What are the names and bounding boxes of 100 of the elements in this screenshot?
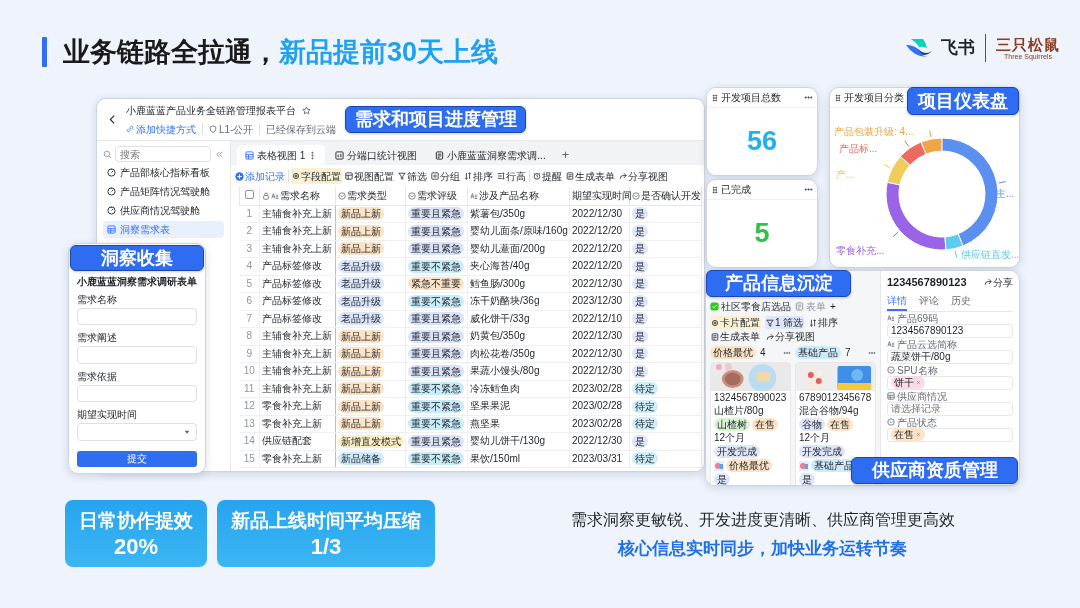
priority-tag: 重要不紧急 [408, 399, 464, 413]
toolbar-button[interactable]: 排序 [808, 316, 840, 329]
dropdown-icon [338, 191, 346, 200]
toolbar-button[interactable]: 字段配置 [291, 168, 342, 184]
add-tab-button[interactable]: + [830, 299, 836, 314]
toolbar-button[interactable]: 排序 [463, 168, 494, 184]
field-label: 需求阐述 [77, 332, 118, 345]
table-cell: 夹心海苔/40g [467, 257, 570, 275]
tab[interactable]: 详情 [887, 291, 907, 311]
toolbar-button[interactable]: 分组 [430, 168, 461, 184]
toolbar-button[interactable]: 视图配置 [344, 168, 395, 184]
shortcut-link[interactable]: 添加快捷方式 [126, 121, 196, 137]
card-title: 开发项目分类 [844, 91, 904, 105]
row-number: 11 [239, 380, 260, 398]
checkbox[interactable] [245, 190, 254, 200]
row-number: 12 [239, 397, 260, 415]
row-number: 2 [239, 222, 260, 240]
filter-icon [766, 318, 774, 327]
type-tag: 老品升级 [338, 259, 384, 273]
table-cell: 婴幼儿饼干/130g [467, 432, 570, 450]
tab[interactable]: 历史 [951, 291, 971, 311]
share-icon [619, 172, 627, 180]
select-field[interactable]: 饼干 [887, 375, 1013, 390]
row-number: 7 [239, 310, 260, 328]
toolbar-button[interactable]: 分享视图 [765, 330, 816, 343]
row-number: 3 [239, 240, 260, 258]
product-card[interactable]: 1324567890023 山楂片/80g 山楂树 在售 12个月 开发完成 价格最优 是 [710, 362, 791, 485]
input-field[interactable] [77, 384, 197, 403]
sidebar-item[interactable]: 供应商情况驾驶舱 [103, 202, 224, 219]
table-icon [245, 150, 254, 160]
priority-tag: 重要不紧急 [408, 259, 464, 273]
confirm-tag: 是 [632, 224, 648, 238]
gauge-icon [107, 187, 116, 196]
add-tab-button[interactable]: + [555, 145, 576, 165]
type-tag: 新品上新 [338, 417, 384, 431]
toolbar-button[interactable]: 生成表单 [710, 330, 761, 343]
slide-title: 业务链路全拉通， [63, 36, 279, 68]
add-record-button[interactable]: 添加记录 [234, 168, 286, 184]
type-tag: 新品上新 [338, 224, 384, 238]
card-count: 4 [760, 346, 767, 360]
more-icon[interactable] [804, 185, 813, 194]
input-field[interactable]: 请选择记录 [887, 401, 1013, 416]
table-cell: 果蔬小馒头/80g [467, 362, 570, 380]
table-cell: 鳕鱼肠/300g [467, 275, 570, 293]
document-title: 小鹿蓝蓝产品业务全链路管理报表平台 [126, 103, 296, 118]
share-button[interactable]: 分享 [984, 274, 1013, 290]
input-field[interactable] [77, 346, 197, 364]
stat-value: 5 [753, 217, 771, 251]
table-cell: 主辅食补充上新 [259, 380, 336, 398]
column-header: 需求评级 [417, 189, 457, 204]
sidebar-item[interactable]: 产品矩阵情况驾驶舱 [103, 183, 224, 200]
sidebar-item[interactable]: 洞察需求表 [103, 221, 224, 238]
toolbar-button[interactable]: 提醒 [532, 168, 563, 184]
group-tag: 价格最优 [710, 346, 756, 359]
table-cell: 主辅食补充上新 [259, 362, 336, 380]
input-field[interactable]: 1234567890123 [887, 323, 1013, 338]
product-name: 山楂片/80g [714, 405, 765, 417]
text-field-icon [887, 314, 895, 322]
table-cell: 2023/02/28 [569, 397, 630, 415]
table-cell: 冻干奶酪块/36g [467, 292, 570, 310]
tab[interactable]: 评论 [919, 291, 939, 311]
table-cell: 供应链配套 [259, 432, 336, 450]
gauge-icon [107, 168, 116, 177]
leader-line [892, 231, 899, 238]
search-field[interactable]: 搜索 [115, 146, 211, 162]
highlight-label: 日常协作提效 [79, 509, 193, 532]
toolbar-button[interactable]: 1 筛选 [765, 316, 805, 329]
tab[interactable]: 表格视图 1 [237, 145, 326, 165]
type-tag: 老品升级 [338, 294, 384, 308]
select-field[interactable]: 在售 [887, 427, 1013, 442]
toolbar-button[interactable]: 分享视图 [618, 168, 669, 184]
toolbar-button[interactable]: 行高 [496, 168, 527, 184]
submit-button[interactable]: 提交 [77, 450, 197, 467]
stat-value: 56 [745, 125, 778, 159]
group-tag: 价格最优 [726, 459, 772, 472]
toolbar-button[interactable]: 筛选 [397, 168, 428, 184]
select-field[interactable] [77, 423, 197, 441]
dropdown-icon [632, 191, 640, 200]
callout-label: 产品信息沉淀 [706, 270, 851, 297]
sidebar-item[interactable]: 产品部核心指标看板 [103, 164, 224, 181]
table-icon [887, 392, 895, 400]
table-cell: 2022/12/30 [569, 362, 630, 380]
confirm-tag: 待定 [632, 382, 658, 396]
more-icon[interactable] [804, 93, 813, 102]
summary-text: 需求洞察更敏锐、开发进度更清晰、供应商管理更高效 [570, 510, 955, 530]
callout-label: 供应商资质管理 [851, 457, 1018, 484]
filter-icon [398, 172, 406, 180]
toolbar-button[interactable]: 生成表单 [565, 168, 616, 184]
drag-handle-icon [711, 185, 719, 194]
tab[interactable]: 小鹿蓝蓝洞察需求调... [427, 145, 554, 165]
input-field[interactable]: 蔬菜饼干/80g [887, 349, 1013, 364]
shield-icon [209, 125, 217, 133]
tab[interactable]: 社区零食店选品 [710, 299, 791, 314]
table-cell: 2022/12/30 [569, 345, 630, 363]
collapse-icon[interactable] [215, 149, 224, 159]
tab[interactable]: 分端口统计视图 [327, 145, 426, 165]
input-field[interactable] [77, 308, 197, 326]
toolbar-button[interactable]: 卡片配置 [710, 316, 761, 329]
chart-label: 产品包装升级: 4... [834, 126, 914, 137]
chart-label: 主... [996, 188, 1015, 199]
